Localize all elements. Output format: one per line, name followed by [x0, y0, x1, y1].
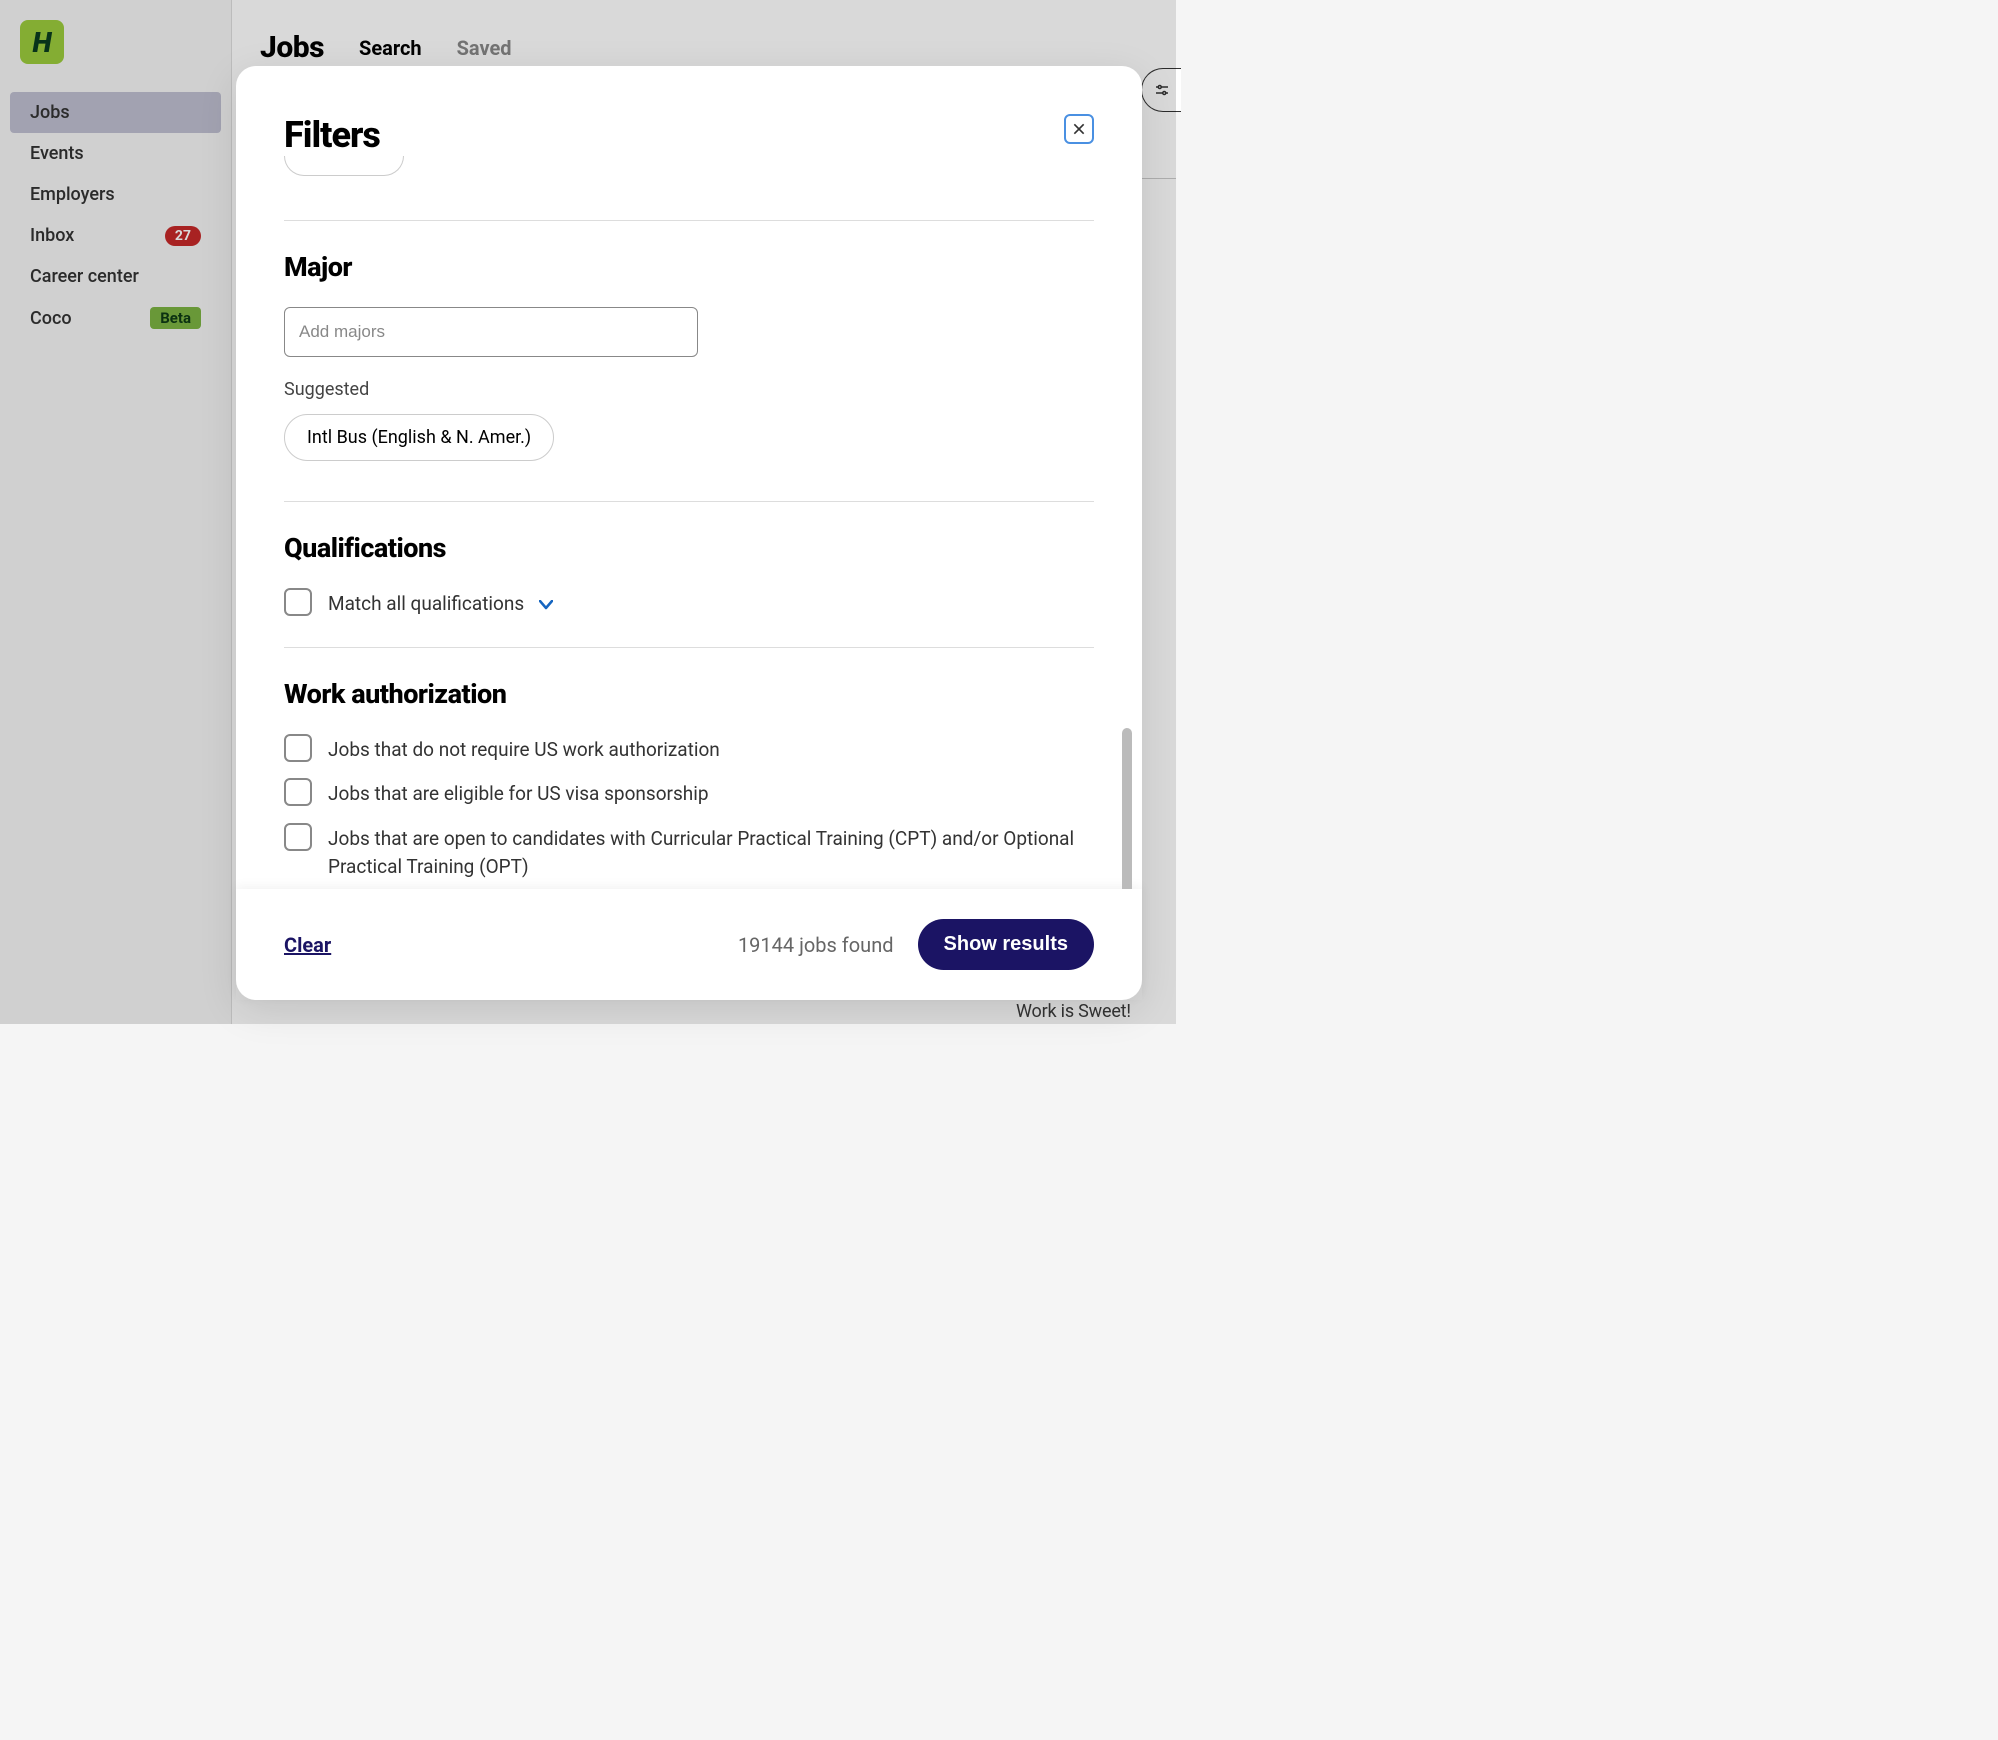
modal-body: Major Suggested Intl Bus (English & N. A… [236, 156, 1142, 889]
section-divider [284, 501, 1094, 502]
modal-title: Filters [284, 114, 380, 156]
modal-header: Filters [236, 66, 1142, 156]
partial-pill-above [284, 156, 404, 176]
work-auth-checkbox-2[interactable] [284, 778, 312, 806]
work-auth-label-1: Jobs that do not require US work authori… [328, 734, 720, 765]
show-results-button[interactable]: Show results [918, 919, 1094, 970]
close-button[interactable] [1064, 114, 1094, 144]
major-heading: Major [284, 251, 1094, 283]
qualifications-heading: Qualifications [284, 532, 1094, 564]
match-all-text: Match all qualifications [328, 592, 524, 615]
scrollbar-thumb[interactable] [1122, 728, 1132, 889]
match-all-label: Match all qualifications [328, 588, 553, 619]
work-auth-option-3: Jobs that are open to candidates with Cu… [284, 823, 1094, 882]
work-auth-checkbox-1[interactable] [284, 734, 312, 762]
match-all-row: Match all qualifications [284, 588, 1094, 619]
section-divider [284, 220, 1094, 221]
close-icon [1071, 121, 1087, 137]
modal-footer: Clear 19144 jobs found Show results [236, 889, 1142, 1000]
filters-modal: Filters Major Suggested Intl Bus (Englis… [236, 66, 1142, 1000]
work-auth-label-2: Jobs that are eligible for US visa spons… [328, 778, 709, 809]
major-input[interactable] [284, 307, 698, 357]
section-divider [284, 647, 1094, 648]
work-auth-checkbox-3[interactable] [284, 823, 312, 851]
work-auth-option-1: Jobs that do not require US work authori… [284, 734, 1094, 765]
clear-filters-link[interactable]: Clear [284, 933, 331, 957]
match-all-checkbox[interactable] [284, 588, 312, 616]
work-auth-label-3: Jobs that are open to candidates with Cu… [328, 823, 1094, 882]
results-count: 19144 jobs found [738, 933, 894, 957]
suggested-major-pill[interactable]: Intl Bus (English & N. Amer.) [284, 414, 554, 461]
chevron-down-icon[interactable] [539, 590, 553, 619]
suggested-label: Suggested [284, 379, 1094, 400]
bg-job-peek: Work is Sweet! [1016, 1001, 1176, 1024]
work-auth-option-2: Jobs that are eligible for US visa spons… [284, 778, 1094, 809]
work-auth-heading: Work authorization [284, 678, 1094, 710]
